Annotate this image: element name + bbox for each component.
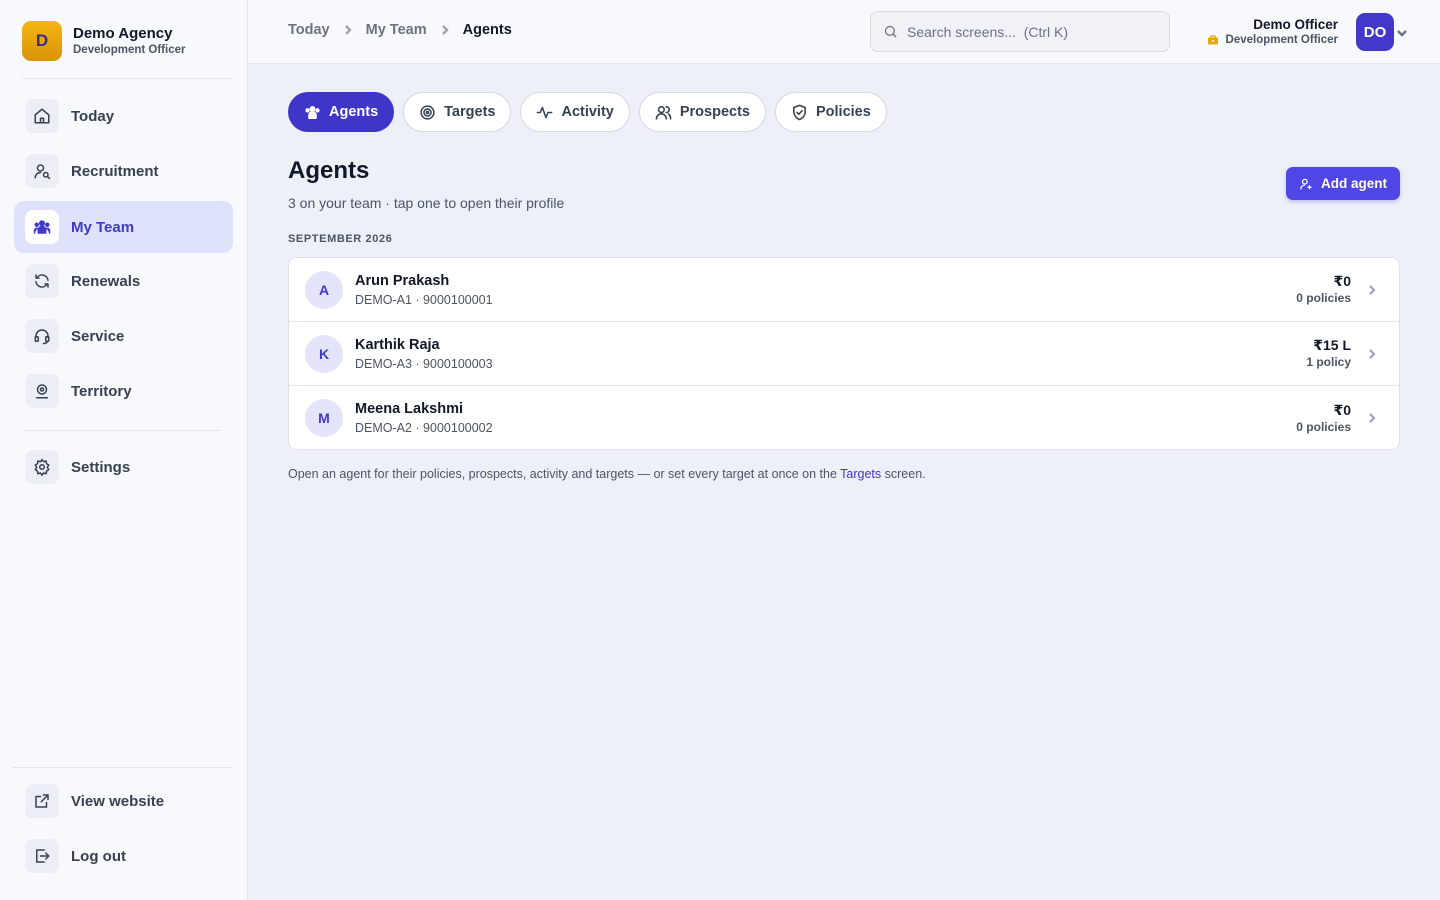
breadcrumb: Today My Team Agents [288, 22, 512, 38]
sidebar: D Demo Agency Development Officer Today … [0, 0, 248, 900]
footnote-text-end: screen. [881, 467, 926, 481]
breadcrumb-agents: Agents [462, 22, 512, 38]
tab-label: Activity [561, 104, 614, 120]
agent-meta: DEMO-A3 · 9000100003 [355, 356, 493, 371]
list-item[interactable]: M Meena Lakshmi DEMO-A2 · 9000100002 ₹0 … [289, 386, 1399, 449]
agent-meta: DEMO-A2 · 9000100002 [355, 421, 493, 435]
sidebar-item-label: Settings [71, 458, 131, 476]
page-subtitle: 3 on your team · tap one to open their p… [288, 195, 565, 211]
breadcrumb-today[interactable]: Today [288, 22, 330, 38]
agent-avatar: K [305, 334, 343, 373]
targets-link[interactable]: Targets [840, 467, 881, 481]
section-label: SEPTEMBER 2026 [288, 233, 393, 245]
sidebar-item-my-team[interactable]: My Team [14, 201, 233, 253]
sidebar-item-label: Service [71, 327, 125, 345]
brand-role: Development Officer [73, 44, 186, 56]
tab-activity[interactable]: Activity [520, 92, 630, 132]
chevron-right-icon [342, 24, 354, 36]
sidebar-item-label: Today [71, 107, 115, 125]
divider [25, 430, 221, 431]
sidebar-item-recruitment[interactable]: Recruitment [14, 145, 233, 197]
sidebar-item-label: Renewals [71, 272, 141, 290]
tab-prospects[interactable]: Prospects [638, 92, 766, 132]
sidebar-item-service[interactable]: Service [14, 310, 233, 362]
agent-name: Arun Prakash [355, 272, 450, 289]
add-agent-label: Add agent [1321, 176, 1387, 191]
divider [22, 78, 233, 79]
brand-logo: D [22, 21, 62, 61]
tab-agents[interactable]: Agents [288, 92, 395, 132]
brand-name: Demo Agency [73, 25, 173, 42]
user-menu[interactable]: Demo Officer Development Officer DO [1207, 13, 1407, 51]
sidebar-item-label: My Team [71, 218, 135, 236]
search-box[interactable] [870, 11, 1170, 52]
view-website-link[interactable]: View website [14, 775, 233, 827]
sidebar-item-today[interactable]: Today [14, 90, 233, 142]
search-icon [884, 25, 897, 38]
sidebar-item-label: View website [71, 792, 165, 810]
home-icon [25, 99, 59, 133]
activity-icon [537, 106, 553, 118]
external-link-icon [25, 784, 59, 818]
sidebar-item-label: Territory [71, 382, 132, 400]
agent-policy-count: 1 policy [1306, 355, 1351, 369]
agent-policy-count: 0 policies [1296, 291, 1351, 305]
agent-policy-count: 0 policies [1296, 419, 1351, 434]
chevron-right-icon [1365, 347, 1379, 366]
tab-label: Targets [444, 104, 496, 120]
add-agent-button[interactable]: Add agent [1286, 167, 1400, 200]
agent-name: Karthik Raja [355, 336, 440, 353]
agent-amount: ₹0 [1333, 273, 1351, 289]
tab-label: Prospects [679, 104, 750, 120]
page-title: Agents [288, 157, 370, 184]
shield-check-icon [793, 104, 806, 120]
add-user-icon [1300, 178, 1312, 189]
chevron-right-icon [439, 24, 451, 36]
team-icon [25, 210, 59, 244]
agent-avatar: M [305, 399, 343, 437]
breadcrumb-my-team[interactable]: My Team [366, 22, 427, 38]
team-icon [305, 105, 320, 119]
sidebar-item-territory[interactable]: Territory [14, 365, 233, 417]
target-icon [420, 104, 435, 120]
sidebar-item-label: Log out [71, 847, 126, 865]
footnote-text: Open an agent for their policies, prospe… [288, 467, 841, 481]
logout-button[interactable]: Log out [14, 830, 233, 882]
agent-amount: ₹15 L [1313, 337, 1351, 353]
users-icon [655, 105, 672, 120]
list-item[interactable]: K Karthik Raja DEMO-A3 · 9000100003 ₹15 … [289, 322, 1399, 386]
divider [13, 767, 233, 768]
tab-policies[interactable]: Policies [774, 92, 887, 132]
tab-targets[interactable]: Targets [403, 92, 512, 132]
map-pin-icon [25, 374, 59, 408]
user-role: Development Officer [1225, 34, 1338, 46]
user-search-icon [25, 154, 59, 188]
logout-icon [25, 839, 59, 873]
agent-name: Meena Lakshmi [355, 401, 463, 417]
briefcase-icon [1207, 35, 1218, 45]
list-item[interactable]: A Arun Prakash DEMO-A1 · 9000100001 ₹0 0… [289, 258, 1399, 322]
gear-icon [25, 450, 59, 484]
sidebar-item-label: Recruitment [71, 162, 159, 180]
tab-label: Agents [329, 104, 379, 120]
agent-amount: ₹0 [1333, 401, 1351, 418]
agent-meta: DEMO-A1 · 9000100001 [355, 292, 493, 307]
agent-avatar: A [305, 270, 343, 309]
footnote: Open an agent for their policies, prospe… [288, 467, 926, 481]
search-input[interactable] [907, 23, 1157, 40]
headset-icon [25, 319, 59, 353]
sidebar-item-renewals[interactable]: Renewals [14, 255, 233, 307]
user-name: Demo Officer [1253, 17, 1338, 32]
section-tabs: Agents Targets Activity Prospects Polici… [288, 92, 896, 132]
brand[interactable]: D Demo Agency Development Officer [22, 21, 185, 61]
sidebar-item-settings[interactable]: Settings [14, 441, 233, 493]
avatar[interactable]: DO [1356, 13, 1394, 51]
topbar: Today My Team Agents Demo Officer Develo… [248, 0, 1440, 64]
tab-label: Policies [815, 104, 871, 120]
chevron-right-icon [1365, 283, 1379, 302]
chevron-down-icon[interactable] [1396, 26, 1408, 44]
refresh-icon [25, 264, 59, 298]
chevron-right-icon [1365, 411, 1379, 430]
agent-list: A Arun Prakash DEMO-A1 · 9000100001 ₹0 0… [288, 257, 1400, 450]
